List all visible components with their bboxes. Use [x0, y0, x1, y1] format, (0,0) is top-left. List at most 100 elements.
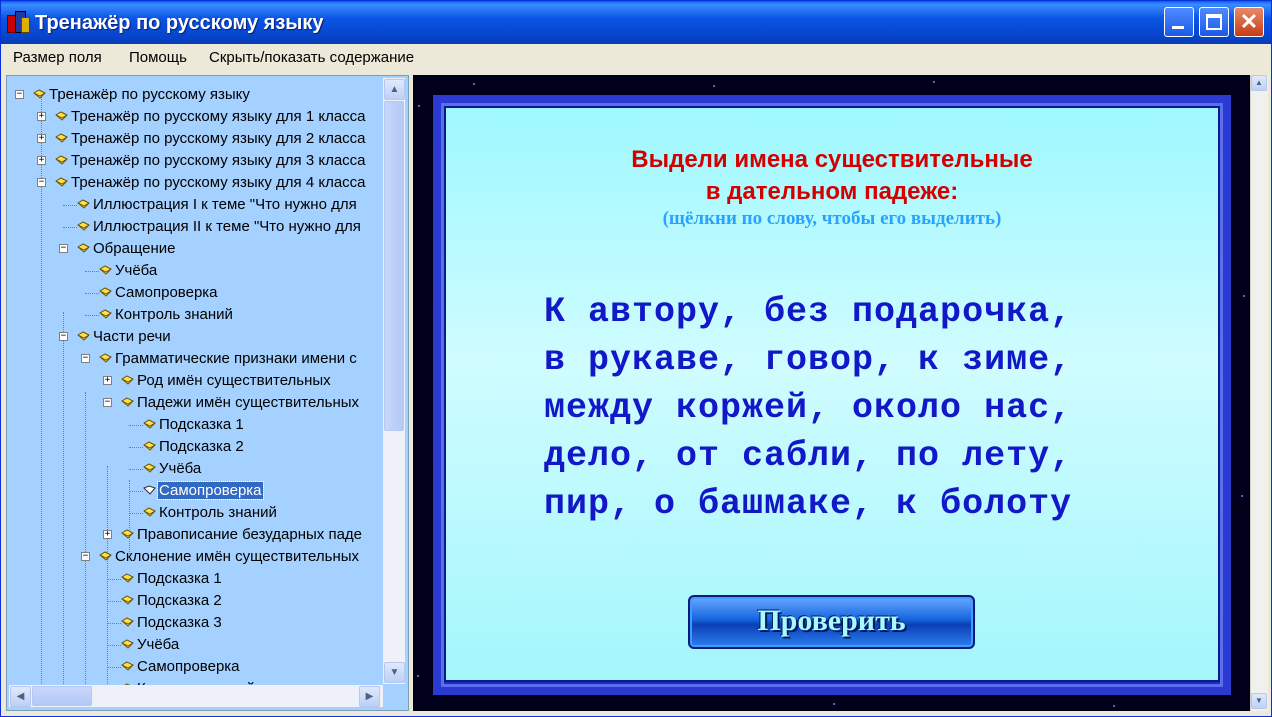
task-hint: (щёлкни по слову, чтобы его выделить) — [662, 208, 1002, 229]
tree-item-label: Род имён существительных — [137, 372, 331, 389]
expand-icon[interactable]: + — [103, 530, 112, 539]
phrase-line[interactable]: между коржей, около нас, — [544, 384, 1164, 432]
maximize-icon — [1206, 14, 1222, 30]
tree-item-label: Подсказка 1 — [159, 416, 244, 433]
book-icon — [99, 551, 112, 561]
book-icon — [121, 639, 134, 649]
book-icon — [121, 397, 134, 407]
expand-icon[interactable]: + — [37, 134, 46, 143]
book-icon — [99, 353, 112, 363]
collapse-icon[interactable]: − — [81, 354, 90, 363]
close-button[interactable]: ✕ — [1234, 7, 1264, 37]
expand-icon[interactable]: + — [37, 112, 46, 121]
collapse-icon[interactable]: − — [59, 332, 68, 341]
scroll-left-button[interactable]: ◀ — [10, 686, 31, 707]
book-icon — [99, 287, 112, 297]
contents-tree[interactable]: − Тренажёр по русскому языку + Тренажёр по … — [6, 75, 409, 711]
book-icon — [55, 155, 68, 165]
phrase-list: К автору, без подарочка, в рукаве, говор… — [544, 288, 1164, 528]
book-icon — [55, 177, 68, 187]
collapse-icon[interactable]: − — [15, 90, 24, 99]
tree-item-label: Самопроверка — [137, 658, 240, 675]
tree-item-label: Иллюстрация I к теме "Что нужно для — [93, 196, 357, 213]
scroll-up-button[interactable]: ▲ — [384, 79, 405, 100]
menu-help[interactable]: Помощь — [129, 49, 187, 66]
book-icon — [77, 221, 90, 231]
tree-item-label: Тренажёр по русскому языку — [49, 86, 250, 103]
book-icon — [121, 375, 134, 385]
book-icon — [143, 441, 156, 451]
book-icon — [121, 617, 134, 627]
menu-toggle-contents[interactable]: Скрыть/показать содержание — [209, 49, 414, 66]
maximize-button[interactable] — [1199, 7, 1229, 37]
tree-item-label: Падежи имён существительных — [137, 394, 360, 411]
expand-icon[interactable]: + — [103, 376, 112, 385]
tree-item-label: Части речи — [93, 328, 171, 345]
tree-item-label: Подсказка 1 — [137, 570, 222, 587]
task-title-line2: в дательном падеже: — [705, 178, 959, 205]
book-icon — [55, 111, 68, 121]
scroll-thumb[interactable] — [384, 101, 404, 431]
book-icon — [121, 573, 134, 583]
tree-item-label: Учёба — [159, 460, 202, 477]
menu-field-size[interactable]: Размер поля — [13, 49, 102, 66]
check-button-label: Проверить — [757, 604, 906, 637]
check-button[interactable]: Проверить — [688, 595, 975, 649]
content-scroll-down-button[interactable]: ▼ — [1251, 693, 1267, 709]
book-icon — [121, 661, 134, 671]
content-vertical-scrollbar[interactable]: ▲ ▼ — [1250, 75, 1268, 711]
book-icon — [143, 485, 156, 495]
tree-item-label: Контроль знаний — [115, 306, 233, 323]
tree-item-label: Обращение — [93, 240, 176, 257]
phrase-line[interactable]: пир, о башмаке, к болоту — [544, 480, 1164, 528]
book-icon — [55, 133, 68, 143]
expand-icon[interactable]: + — [37, 156, 46, 165]
collapse-icon[interactable]: − — [59, 244, 68, 253]
minimize-button[interactable] — [1164, 7, 1194, 37]
tree-item-label: Подсказка 2 — [159, 438, 244, 455]
exercise-area: Выдели имена существительные в дательном… — [413, 75, 1250, 711]
book-icon — [121, 595, 134, 605]
h-scroll-thumb[interactable] — [32, 686, 92, 706]
collapse-icon[interactable]: − — [81, 552, 90, 561]
tree-item-label: Тренажёр по русскому языку для 4 класса — [71, 174, 366, 191]
tree-item-label: Подсказка 2 — [137, 592, 222, 609]
phrase-line[interactable]: в рукаве, говор, к зиме, — [544, 336, 1164, 384]
tree-horizontal-scrollbar[interactable]: ◀ ▶ — [9, 685, 383, 707]
title-bar[interactable]: Тренажёр по русскому языку ✕ — [1, 1, 1271, 44]
content-scroll-up-button[interactable]: ▲ — [1251, 75, 1267, 91]
menu-bar: Размер поля Помощь Скрыть/показать содер… — [1, 44, 1271, 72]
tree-item-label: Самопроверка — [115, 284, 218, 301]
book-icon — [99, 265, 112, 275]
collapse-icon[interactable]: − — [37, 178, 46, 187]
close-icon: ✕ — [1239, 9, 1259, 34]
minimize-icon — [1172, 26, 1184, 29]
tree-item-label: Учёба — [115, 262, 158, 279]
phrase-line[interactable]: К автору, без подарочка, — [544, 288, 1164, 336]
exercise-panel: Выдели имена существительные в дательном… — [446, 108, 1218, 680]
tree-item-label: Контроль знаний — [159, 504, 277, 521]
collapse-icon[interactable]: − — [103, 398, 112, 407]
tree-item-label: Склонение имён существительных — [115, 548, 360, 565]
tree-item-label: Грамматические признаки имени с — [115, 350, 357, 367]
book-icon — [143, 507, 156, 517]
tree-item-label: Учёба — [137, 636, 180, 653]
book-icon — [77, 331, 90, 341]
book-icon — [33, 89, 46, 99]
tree-item-label: Иллюстрация II к теме "Что нужно для — [93, 218, 361, 235]
book-icon — [143, 463, 156, 473]
book-icon — [99, 309, 112, 319]
phrase-line[interactable]: дело, от сабли, по лету, — [544, 432, 1164, 480]
book-icon — [77, 243, 90, 253]
tree-item-label: Тренажёр по русскому языку для 3 класса — [71, 152, 366, 169]
tree-vertical-scrollbar[interactable]: ▲ ▼ — [383, 78, 405, 684]
scroll-right-button[interactable]: ▶ — [359, 686, 380, 707]
task-title-line1: Выдели имена существительные — [631, 146, 1033, 173]
book-icon — [77, 199, 90, 209]
app-icon[interactable] — [7, 11, 30, 33]
tree-item-label: Самопроверка — [157, 481, 264, 500]
tree-item-label: Подсказка 3 — [137, 614, 222, 631]
book-icon — [121, 529, 134, 539]
window-title: Тренажёр по русскому языку — [35, 12, 324, 34]
scroll-down-button[interactable]: ▼ — [384, 662, 405, 683]
